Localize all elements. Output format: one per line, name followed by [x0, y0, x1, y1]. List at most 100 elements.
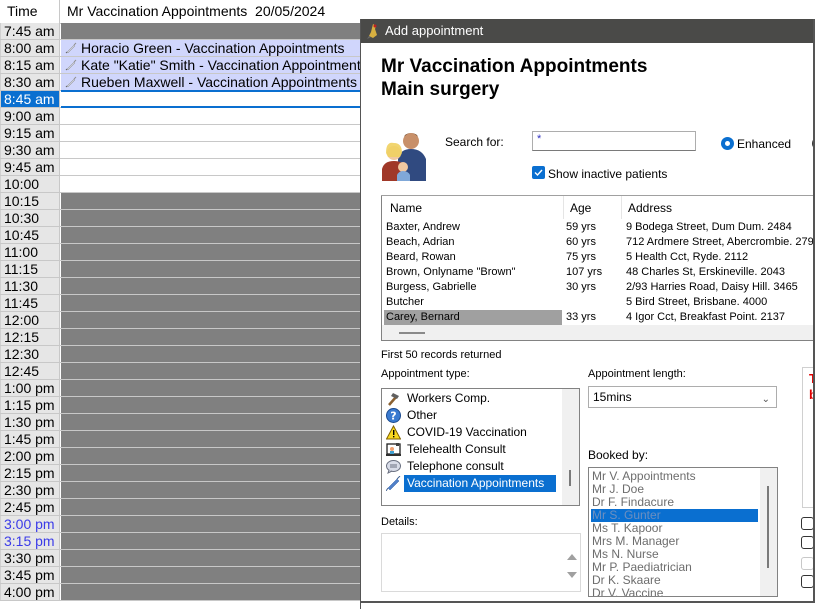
show-inactive-checkbox[interactable]: [532, 166, 545, 179]
svg-text:?: ?: [390, 410, 396, 423]
time-slot-label: 10:00 am: [0, 176, 60, 208]
syringe-icon: [65, 42, 77, 54]
appointment-type-scrollbar[interactable]: [562, 389, 579, 505]
search-input[interactable]: *: [532, 131, 696, 151]
appointment-length-label: Appointment length:: [588, 368, 686, 380]
patient-age: 33 yrs: [566, 311, 596, 323]
column-header-age[interactable]: Age: [570, 201, 591, 215]
dialog-title-bar[interactable]: Add appointment: [361, 19, 815, 43]
time-slot-label: 8:00 am: [0, 40, 60, 56]
time-slot-label: 1:30 pm: [0, 414, 60, 430]
dialog-heading-practitioner: Mr Vaccination Appointments: [381, 56, 648, 77]
patient-row[interactable]: Brown, Onlyname "Brown" 107 yrs 48 Charles…: [382, 265, 815, 280]
time-slot-label: 12:30 pm: [0, 346, 60, 378]
patient-address: 712 Ardmere Street, Abercrombie. 2795: [626, 236, 815, 248]
appointment-text: Kate "Katie" Smith - Vaccination Appoint…: [81, 57, 368, 73]
patient-address: 2/93 Harries Road, Daisy Hill. 3465: [626, 281, 798, 293]
booked-by-item[interactable]: Dr V. Vaccine: [592, 587, 663, 597]
time-slot-label: 8:30 am: [0, 74, 60, 90]
time-slot-label: 11:30 am: [0, 278, 60, 310]
patient-name: Butcher: [386, 296, 424, 308]
details-label: Details:: [381, 516, 418, 528]
column-divider: [563, 196, 564, 219]
time-slot-label: 10:15 am: [0, 193, 60, 225]
enhanced-search-radio[interactable]: [721, 137, 734, 150]
scroll-up-arrow-icon[interactable]: [567, 554, 577, 560]
patient-name: Beach, Adrian: [386, 236, 455, 248]
scroll-down-arrow-icon[interactable]: [567, 572, 577, 578]
patient-age: 60 yrs: [566, 236, 596, 248]
details-scrollbar[interactable]: [563, 534, 580, 591]
patient-address: 48 Charles St, Erskineville. 2043: [626, 266, 785, 278]
time-slot-label: 3:15 pm: [0, 533, 60, 549]
time-slot-label: 11:45 am: [0, 295, 60, 327]
appointment-text: Rueben Maxwell - Vaccination Appointment…: [81, 74, 358, 90]
appointment-length-select[interactable]: 15mins ⌄: [588, 386, 777, 408]
hammer-icon: [388, 393, 399, 406]
patient-age: 107 yrs: [566, 266, 603, 278]
time-slot-label: 10:45 am: [0, 227, 60, 259]
telehealth-icon: [386, 443, 401, 456]
column-header-address[interactable]: Address: [628, 201, 672, 215]
patient-name: Brown, Onlyname "Brown": [386, 266, 516, 278]
time-slot-label: 1:00 pm: [0, 380, 60, 396]
column-header-name[interactable]: Name: [390, 201, 422, 215]
time-slot-label: 2:15 pm: [0, 465, 60, 481]
speech-bubble-icon: [386, 460, 401, 474]
patient-age: 59 yrs: [566, 221, 596, 233]
appointment-type-label: Telehealth Consult: [407, 442, 506, 456]
scrollbar-thumb[interactable]: [767, 486, 769, 568]
patient-name: Beard, Rowan: [386, 251, 456, 263]
time-slot-label: 1:15 pm: [0, 397, 60, 413]
patient-list-horizontal-scrollbar[interactable]: [382, 325, 815, 340]
time-slot-label: 8:15 am: [0, 57, 60, 73]
appointment-type-label: COVID-19 Vaccination: [407, 425, 527, 439]
patient-list[interactable]: Name Age Address Baxter, Andrew 59 yrs 9 B…: [381, 196, 815, 341]
booked-by-list[interactable]: Mr V. Appointments Mr J. Doe Dr F. Findacu…: [588, 467, 778, 597]
appointment-type-label: Telephone consult: [407, 459, 504, 473]
time-slot-label: 12:00 pm: [0, 312, 60, 344]
patient-name: Burgess, Gabrielle: [386, 281, 477, 293]
time-slot-label: 10:30 am: [0, 210, 60, 242]
patient-age: 75 yrs: [566, 251, 596, 263]
syringe-icon: [386, 476, 401, 491]
patient-row[interactable]: Butcher 5 Bird Street, Brisbane. 4000: [382, 295, 815, 310]
search-label: Search for:: [445, 135, 504, 149]
time-slot-label: 9:15 am: [0, 125, 60, 141]
patients-icon: [382, 133, 426, 181]
question-icon: ?: [386, 408, 401, 423]
syringe-icon: [65, 59, 77, 71]
patient-name: Baxter, Andrew: [386, 221, 460, 233]
patient-address: 4 Igor Cct, Breakfast Point. 2137: [626, 311, 785, 323]
warning-icon: [386, 425, 401, 440]
records-returned-status: First 50 records returned: [381, 349, 502, 361]
appointment-type-label: Other: [407, 408, 438, 422]
time-slot-label: 3:45 pm: [0, 567, 60, 583]
patient-row[interactable]: Beach, Adrian 60 yrs 712 Ardmere Street, A…: [382, 235, 815, 250]
appointment-length-value: 15mins: [593, 390, 632, 404]
patient-row[interactable]: Beard, Rowan 75 yrs 5 Health Cct, Ryde. 21…: [382, 250, 815, 265]
time-slot-label: 12:15 pm: [0, 329, 60, 361]
appointment-type-list[interactable]: Workers Comp.? Other COVID-19 Vaccination T…: [381, 388, 580, 506]
scrollbar-thumb[interactable]: [399, 332, 425, 334]
patient-name: Carey, Bernard: [384, 310, 562, 325]
time-slot-label: 2:00 pm: [0, 448, 60, 464]
column-divider: [621, 196, 622, 219]
time-slot-label: 4:00 pm: [0, 584, 60, 600]
time-slot-label: 12:45 pm: [0, 363, 60, 395]
appointment-type-label: Vaccination Appointments: [404, 475, 556, 492]
time-slot-label: 2:30 pm: [0, 482, 60, 498]
details-textarea[interactable]: [381, 533, 581, 592]
time-slot-label: 11:15 am: [0, 261, 60, 293]
patient-address: 5 Bird Street, Brisbane. 4000: [626, 296, 768, 308]
add-appointment-dialog: Add appointment Mr Vaccination Appointme…: [360, 19, 815, 609]
patient-row[interactable]: Baxter, Andrew 59 yrs 9 Bodega Street, Dum…: [382, 220, 815, 235]
appointment-type-label: Workers Comp.: [407, 391, 491, 405]
scrollbar-thumb[interactable]: [569, 470, 571, 486]
time-slot-label: 3:30 pm: [0, 550, 60, 566]
patient-row[interactable]: Carey, Bernard 33 yrs 4 Igor Cct, Breakfas…: [382, 310, 815, 325]
booked-by-scrollbar[interactable]: [760, 468, 777, 596]
patient-row[interactable]: Burgess, Gabrielle 30 yrs 2/93 Harries Roa…: [382, 280, 815, 295]
time-slot-label: 9:00 am: [0, 108, 60, 124]
enhanced-search-label: Enhanced: [737, 137, 792, 151]
